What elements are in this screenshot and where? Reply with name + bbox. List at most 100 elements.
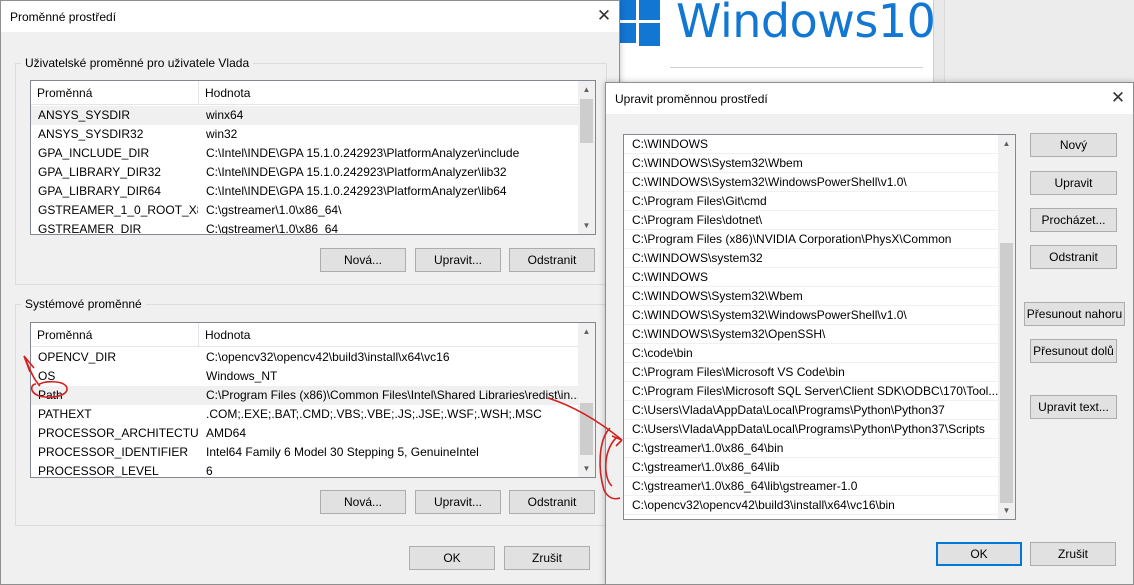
column-header-variable[interactable]: Proměnná — [31, 323, 199, 347]
new-entry-button[interactable]: Nový — [1030, 133, 1117, 157]
scrollbar[interactable]: ▲ ▼ — [578, 323, 595, 477]
list-item[interactable]: C:\gstreamer\1.0\x86_64\lib — [624, 458, 998, 477]
dialog-title: Upravit proměnnou prostředí — [615, 92, 768, 106]
variable-value: Intel64 Family 6 Model 30 Stepping 5, Ge… — [206, 445, 479, 459]
user-variables-rows: ANSYS_SYSDIR winx64 ANSYS_SYSDIR32 win32 GPA… — [31, 106, 578, 235]
list-item[interactable]: C:\Users\Vlada\AppData\Local\Programs\Py… — [624, 401, 998, 420]
variable-name: GPA_LIBRARY_DIR32 — [38, 165, 161, 179]
move-down-button[interactable]: Přesunout dolů — [1030, 339, 1117, 363]
variable-value: C:\Intel\INDE\GPA 15.1.0.242923\Platform… — [206, 184, 507, 198]
variable-name: GSTREAMER_1_0_ROOT_X86... — [38, 203, 198, 217]
variable-value: C:\opencv32\opencv42\build3\install\x64\… — [206, 350, 450, 364]
table-row[interactable]: ANSYS_SYSDIR winx64 — [31, 106, 578, 125]
list-item[interactable]: C:\Program Files\dotnet\ — [624, 211, 998, 230]
scroll-down-icon[interactable]: ▼ — [578, 217, 595, 234]
scrollbar[interactable]: ▲ ▼ — [998, 135, 1015, 519]
scroll-up-icon[interactable]: ▲ — [578, 81, 595, 98]
move-up-button[interactable]: Přesunout nahoru — [1024, 302, 1125, 326]
variable-name: GPA_INCLUDE_DIR — [38, 146, 150, 160]
list-item[interactable]: C:\WINDOWS\System32\Wbem — [624, 287, 998, 306]
scroll-thumb[interactable] — [580, 403, 593, 455]
table-row[interactable]: GSTREAMER_1_0_ROOT_X86... C:\gstreamer\1.… — [31, 201, 578, 220]
system-edit-button[interactable]: Upravit... — [415, 490, 501, 514]
scrollbar[interactable]: ▲ ▼ — [578, 81, 595, 234]
variable-name: GPA_LIBRARY_DIR64 — [38, 184, 161, 198]
close-icon[interactable]: ✕ — [1107, 87, 1129, 109]
variable-value: C:\Intel\INDE\GPA 15.1.0.242923\Platform… — [206, 165, 507, 179]
variable-name: GSTREAMER_DIR — [38, 222, 142, 235]
table-row[interactable]: OPENCV_DIR C:\opencv32\opencv42\build3\in… — [31, 348, 578, 367]
variable-name: ANSYS_SYSDIR — [38, 108, 131, 122]
variable-value: C:\gstreamer\1.0\x86_64 — [206, 222, 339, 235]
ok-button[interactable]: OK — [409, 546, 495, 570]
list-item[interactable]: C:\gstreamer\1.0\x86_64\bin — [624, 439, 998, 458]
scroll-thumb[interactable] — [580, 99, 593, 143]
table-row[interactable]: GSTREAMER_DIR C:\gstreamer\1.0\x86_64 — [31, 220, 578, 235]
list-item[interactable]: C:\WINDOWS\System32\WindowsPowerShell\v1… — [624, 306, 998, 325]
column-header-value[interactable]: Hodnota — [199, 81, 579, 105]
list-item[interactable]: C:\WINDOWS\System32\OpenSSH\ — [624, 325, 998, 344]
variable-value: winx64 — [206, 108, 244, 122]
system-new-button[interactable]: Nová... — [320, 490, 406, 514]
scroll-thumb[interactable] — [1000, 243, 1013, 503]
path-entries-list[interactable]: C:\WINDOWS C:\WINDOWS\System32\Wbem C:\WIN… — [623, 134, 1016, 520]
user-new-button[interactable]: Nová... — [320, 248, 406, 272]
table-row[interactable]: GPA_INCLUDE_DIR C:\Intel\INDE\GPA 15.1.0.… — [31, 144, 578, 163]
list-item[interactable]: C:\Program Files (x86)\NVIDIA Corporatio… — [624, 230, 998, 249]
divider — [670, 67, 923, 68]
close-icon[interactable]: ✕ — [593, 5, 615, 27]
scroll-up-icon[interactable]: ▲ — [578, 323, 595, 340]
variable-name: OS — [38, 369, 56, 383]
user-variables-label: Uživatelské proměnné pro uživatele Vlada — [21, 56, 254, 70]
list-item[interactable]: C:\WINDOWS — [624, 268, 998, 287]
variable-value: win32 — [206, 127, 238, 141]
table-row[interactable]: PROCESSOR_IDENTIFIER Intel64 Family 6 Mod… — [31, 443, 578, 462]
variable-value: C:\gstreamer\1.0\x86_64\ — [206, 203, 342, 217]
variable-value: 6 — [206, 464, 213, 478]
user-variables-list[interactable]: Proměnná Hodnota ANSYS_SYSDIR winx64 ANSYS… — [30, 80, 596, 235]
variable-name: PROCESSOR_ARCHITECTURE — [38, 426, 198, 440]
cancel-button[interactable]: Zrušit — [504, 546, 590, 570]
column-header-variable[interactable]: Proměnná — [31, 81, 199, 105]
list-item[interactable]: C:\gstreamer\1.0\x86_64\lib\gstreamer-1.… — [624, 477, 998, 496]
variable-name: Path — [38, 388, 63, 402]
scroll-up-icon[interactable]: ▲ — [998, 135, 1015, 152]
browse-button[interactable]: Procházet... — [1030, 208, 1117, 232]
column-header-value[interactable]: Hodnota — [199, 323, 579, 347]
list-item[interactable]: C:\code\bin — [624, 344, 998, 363]
list-item[interactable]: C:\Users\Vlada\AppData\Local\Programs\Py… — [624, 420, 998, 439]
table-row[interactable]: GPA_LIBRARY_DIR32 C:\Intel\INDE\GPA 15.1.… — [31, 163, 578, 182]
dialog-title: Proměnné prostředí — [10, 10, 117, 24]
title-bar: Upravit proměnnou prostředí ✕ — [606, 83, 1133, 114]
windows-brand-text: Windows10 — [676, 0, 936, 48]
list-item[interactable]: C:\WINDOWS — [624, 135, 998, 154]
user-delete-button[interactable]: Odstranit — [509, 248, 595, 272]
table-row[interactable]: Path C:\Program Files (x86)\Common Files\… — [31, 386, 578, 405]
list-item[interactable]: C:\WINDOWS\System32\Wbem — [624, 154, 998, 173]
system-variables-rows: OPENCV_DIR C:\opencv32\opencv42\build3\in… — [31, 348, 578, 478]
list-item[interactable]: C:\Program Files\Microsoft VS Code\bin — [624, 363, 998, 382]
system-variables-label: Systémové proměnné — [21, 297, 146, 311]
table-row[interactable]: GPA_LIBRARY_DIR64 C:\Intel\INDE\GPA 15.1.… — [31, 182, 578, 201]
scroll-down-icon[interactable]: ▼ — [998, 502, 1015, 519]
system-delete-button[interactable]: Odstranit — [509, 490, 595, 514]
table-row[interactable]: ANSYS_SYSDIR32 win32 — [31, 125, 578, 144]
table-row[interactable]: PROCESSOR_LEVEL 6 — [31, 462, 578, 478]
user-edit-button[interactable]: Upravit... — [415, 248, 501, 272]
table-row[interactable]: PATHEXT .COM;.EXE;.BAT;.CMD;.VBS;.VBE;.JS… — [31, 405, 578, 424]
delete-entry-button[interactable]: Odstranit — [1030, 245, 1117, 269]
list-item[interactable]: C:\WINDOWS\system32 — [624, 249, 998, 268]
list-item[interactable]: C:\opencv32\opencv42\build3\install\x64\… — [624, 496, 998, 515]
scroll-down-icon[interactable]: ▼ — [578, 460, 595, 477]
system-variables-list[interactable]: Proměnná Hodnota OPENCV_DIR C:\opencv32\o… — [30, 322, 596, 478]
table-row[interactable]: PROCESSOR_ARCHITECTURE AMD64 — [31, 424, 578, 443]
table-row[interactable]: OS Windows_NT — [31, 367, 578, 386]
list-item[interactable]: C:\WINDOWS\System32\WindowsPowerShell\v1… — [624, 173, 998, 192]
list-item[interactable]: C:\Program Files\Git\cmd — [624, 192, 998, 211]
edit-text-button[interactable]: Upravit text... — [1030, 395, 1117, 419]
ok-button[interactable]: OK — [936, 542, 1022, 566]
cancel-button[interactable]: Zrušit — [1030, 542, 1116, 566]
list-item[interactable]: C:\Program Files\Microsoft SQL Server\Cl… — [624, 382, 998, 401]
edit-entry-button[interactable]: Upravit — [1030, 171, 1117, 195]
edit-environment-variable-dialog: Upravit proměnnou prostředí ✕ C:\WINDOWS… — [605, 82, 1134, 585]
